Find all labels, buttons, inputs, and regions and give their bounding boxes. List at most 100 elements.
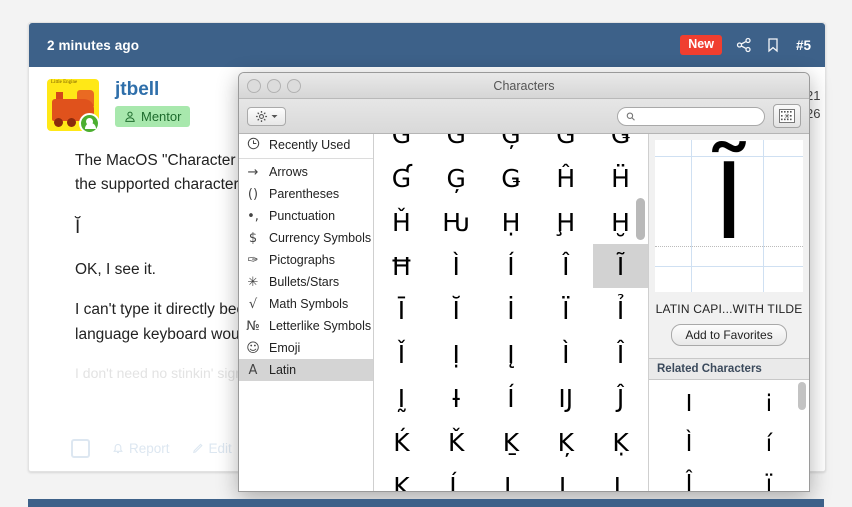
edit-label: Edit xyxy=(209,441,232,456)
sidebar-label: Recently Used xyxy=(269,138,350,152)
character-cell[interactable]: Ị xyxy=(429,332,484,376)
minimize-button[interactable] xyxy=(267,79,281,93)
character-cell[interactable]: Ķ xyxy=(538,420,593,464)
sidebar-item-latin[interactable]: A Latin xyxy=(239,359,373,381)
window-title: Characters xyxy=(239,79,809,93)
report-button[interactable]: Report xyxy=(112,441,170,456)
character-cell[interactable]: Ƕ xyxy=(429,200,484,244)
character-cell[interactable]: Ḩ xyxy=(538,200,593,244)
sidebar-item-letterlike-symbols[interactable]: № Letterlike Symbols xyxy=(239,315,373,337)
related-characters-grid[interactable]: IiÌíÎï xyxy=(649,380,809,492)
sidebar-item-emoji[interactable]: ☺ Emoji xyxy=(239,337,373,359)
related-character-cell[interactable]: í xyxy=(729,424,809,464)
avatar[interactable]: Little Engine xyxy=(47,79,99,131)
character-cell[interactable]: Ǧ xyxy=(538,134,593,156)
related-character-cell[interactable]: ï xyxy=(729,464,809,492)
character-cell[interactable]: Ì xyxy=(429,244,484,288)
character-cell[interactable]: Ī xyxy=(374,288,429,332)
scrollbar-thumb[interactable] xyxy=(636,198,645,240)
search-input[interactable] xyxy=(640,109,756,123)
character-cell[interactable]: Ḻ xyxy=(484,464,539,492)
username-link[interactable]: jtbell xyxy=(115,80,190,99)
character-cell[interactable]: Î xyxy=(538,244,593,288)
gear-menu-button[interactable] xyxy=(247,107,286,126)
character-cell[interactable]: İ xyxy=(484,288,539,332)
character-grid[interactable]: ĞĠĢǦǤƓĢǤĤḦȞǶḤḨḪĦÌÍÎĨĪĬİÏỈǏỊĮÌÎḬƗÍĲĴḰǨḴĶḲ… xyxy=(374,134,648,492)
sidebar-item-recently-used[interactable]: Recently Used xyxy=(239,134,373,156)
character-cell[interactable]: Ĭ xyxy=(429,288,484,332)
character-cell[interactable]: Ġ xyxy=(429,134,484,156)
select-post-checkbox[interactable] xyxy=(71,439,90,458)
sidebar-item-parentheses[interactable]: () Parentheses xyxy=(239,183,373,205)
character-cell[interactable]: Į xyxy=(484,332,539,376)
character-cell[interactable]: Ì xyxy=(538,332,593,376)
character-cell[interactable]: Ĥ xyxy=(538,156,593,200)
related-character-cell[interactable]: I xyxy=(649,384,729,424)
sidebar-label: Punctuation xyxy=(269,209,335,223)
character-cell[interactable]: Ļ xyxy=(538,464,593,492)
post-number[interactable]: #5 xyxy=(796,38,811,53)
bookmark-icon[interactable] xyxy=(766,37,780,53)
mentor-icon xyxy=(124,111,136,123)
related-scrollbar-thumb[interactable] xyxy=(798,382,806,410)
edit-button[interactable]: Edit xyxy=(192,441,232,456)
character-name-label: LATIN CAPI...WITH TILDE xyxy=(653,302,805,316)
author-meta: jtbell Mentor xyxy=(115,79,190,131)
character-cell[interactable]: Ģ xyxy=(429,156,484,200)
character-cell[interactable]: Ģ xyxy=(484,134,539,156)
character-cell[interactable]: Ḱ xyxy=(374,420,429,464)
guide-line-h xyxy=(655,266,803,267)
character-cell[interactable]: Í xyxy=(484,376,539,420)
sidebar-item-punctuation[interactable]: •, Punctuation xyxy=(239,205,373,227)
numero-icon: № xyxy=(245,319,261,334)
character-grid-toggle-button[interactable]: ✳ xyxy=(773,104,801,128)
character-cell[interactable]: Ï xyxy=(538,288,593,332)
share-icon[interactable] xyxy=(736,37,752,53)
search-field[interactable] xyxy=(617,107,765,126)
characters-window[interactable]: Characters xyxy=(238,72,810,492)
post-line-2: the supported characters. xyxy=(75,176,251,193)
radical-icon: √ xyxy=(245,297,261,312)
sidebar-label: Letterlike Symbols xyxy=(269,319,371,333)
punctuation-icon: •, xyxy=(245,209,261,224)
sidebar-item-arrows[interactable]: → Arrows xyxy=(239,161,373,183)
character-cell[interactable]: Ǥ xyxy=(484,156,539,200)
character-cell[interactable]: Ĳ xyxy=(538,376,593,420)
sidebar-item-math-symbols[interactable]: √ Math Symbols xyxy=(239,293,373,315)
sidebar-item-bullets-stars[interactable]: ✳ Bullets/Stars xyxy=(239,271,373,293)
clock-icon xyxy=(245,137,261,154)
character-cell[interactable]: Ħ xyxy=(374,244,429,288)
sidebar-label: Arrows xyxy=(269,165,308,179)
character-cell[interactable]: Ğ xyxy=(374,134,429,156)
character-grid-scrollbar[interactable] xyxy=(636,134,645,492)
window-toolbar: ✳ xyxy=(239,99,809,134)
zoom-button[interactable] xyxy=(287,79,301,93)
related-character-cell[interactable]: Ì xyxy=(649,424,729,464)
close-button[interactable] xyxy=(247,79,261,93)
related-character-cell[interactable]: Î xyxy=(649,464,729,492)
page-bottom-bar xyxy=(28,499,824,507)
character-cell[interactable]: Ȟ xyxy=(374,200,429,244)
category-sidebar[interactable]: Recently Used → Arrows () Parentheses •,… xyxy=(239,134,374,492)
character-cell[interactable]: Ķ xyxy=(374,464,429,492)
character-cell[interactable]: Ḭ xyxy=(374,376,429,420)
train-wheel xyxy=(67,118,76,127)
related-character-cell[interactable]: i xyxy=(729,384,809,424)
sidebar-item-pictographs[interactable]: ✑ Pictographs xyxy=(239,249,373,271)
add-to-favorites-button[interactable]: Add to Favorites xyxy=(671,324,786,346)
character-cell[interactable]: Ḥ xyxy=(484,200,539,244)
character-cell[interactable]: Ɨ xyxy=(429,376,484,420)
character-cell[interactable]: Ḵ xyxy=(484,420,539,464)
character-cell[interactable]: Ĺ xyxy=(429,464,484,492)
post-timestamp: 2 minutes ago xyxy=(47,38,139,53)
character-preview: Ĩ xyxy=(655,140,803,292)
smiley-icon: ☺ xyxy=(245,341,261,356)
character-cell[interactable]: Ǐ xyxy=(374,332,429,376)
sidebar-item-currency-symbols[interactable]: $ Currency Symbols xyxy=(239,227,373,249)
window-titlebar[interactable]: Characters xyxy=(239,73,809,99)
character-cell[interactable]: Í xyxy=(484,244,539,288)
character-cell[interactable]: Ǩ xyxy=(429,420,484,464)
window-content: Recently Used → Arrows () Parentheses •,… xyxy=(239,134,809,492)
character-grid-panel[interactable]: ĞĠĢǦǤƓĢǤĤḦȞǶḤḨḪĦÌÍÎĨĪĬİÏỈǏỊĮÌÎḬƗÍĲĴḰǨḴĶḲ… xyxy=(374,134,648,492)
character-cell[interactable]: Ɠ xyxy=(374,156,429,200)
